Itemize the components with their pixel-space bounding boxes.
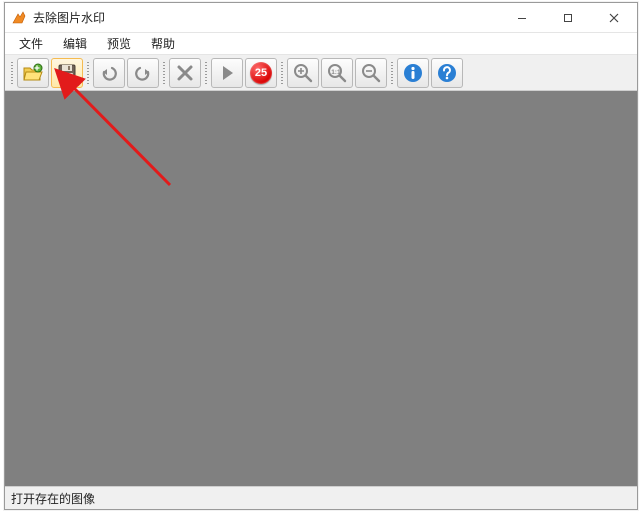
menu-file[interactable]: 文件 [9,33,53,54]
x-delete-icon [175,63,195,83]
zoom-11-icon: 1:1 [326,62,348,84]
info-button[interactable] [397,58,429,88]
zoom-in-icon [292,62,314,84]
zoom-out-button[interactable] [355,58,387,88]
window-controls [499,3,637,32]
red-badge-icon: 25 [250,62,272,84]
toolbar-grip-icon [161,59,167,87]
marker-size-button[interactable]: 25 [245,58,277,88]
floppy-save-icon [56,62,78,84]
save-button[interactable] [51,58,83,88]
delete-button[interactable] [169,58,201,88]
undo-button[interactable] [93,58,125,88]
window-title: 去除图片水印 [33,9,499,26]
toolbar-grip-icon [279,59,285,87]
open-button[interactable] [17,58,49,88]
image-canvas[interactable] [5,91,637,487]
svg-text:1:1: 1:1 [331,69,341,76]
redo-button[interactable] [127,58,159,88]
app-icon [11,10,27,26]
titlebar: 去除图片水印 [5,3,637,33]
app-window: 去除图片水印 文件 编辑 预览 帮助 [4,2,638,510]
menubar: 文件 编辑 预览 帮助 [5,33,637,55]
toolbar-grip-icon [9,59,15,87]
help-button[interactable] [431,58,463,88]
zoom-out-icon [360,62,382,84]
toolbar-grip-icon [203,59,209,87]
maximize-button[interactable] [545,3,591,32]
toolbar: 25 1:1 [5,55,637,91]
play-icon [217,63,237,83]
toolbar-grip-icon [389,59,395,87]
run-button[interactable] [211,58,243,88]
close-button[interactable] [591,3,637,32]
redo-icon [132,62,154,84]
zoom-in-button[interactable] [287,58,319,88]
toolbar-grip-icon [85,59,91,87]
menu-help[interactable]: 帮助 [141,33,185,54]
minimize-button[interactable] [499,3,545,32]
question-icon [436,62,458,84]
zoom-actual-button[interactable]: 1:1 [321,58,353,88]
info-icon [402,62,424,84]
undo-icon [98,62,120,84]
menu-edit[interactable]: 编辑 [53,33,97,54]
folder-open-icon [22,62,44,84]
status-text: 打开存在的图像 [11,490,95,507]
statusbar: 打开存在的图像 [5,487,637,509]
menu-preview[interactable]: 预览 [97,33,141,54]
badge-value: 25 [255,67,267,79]
